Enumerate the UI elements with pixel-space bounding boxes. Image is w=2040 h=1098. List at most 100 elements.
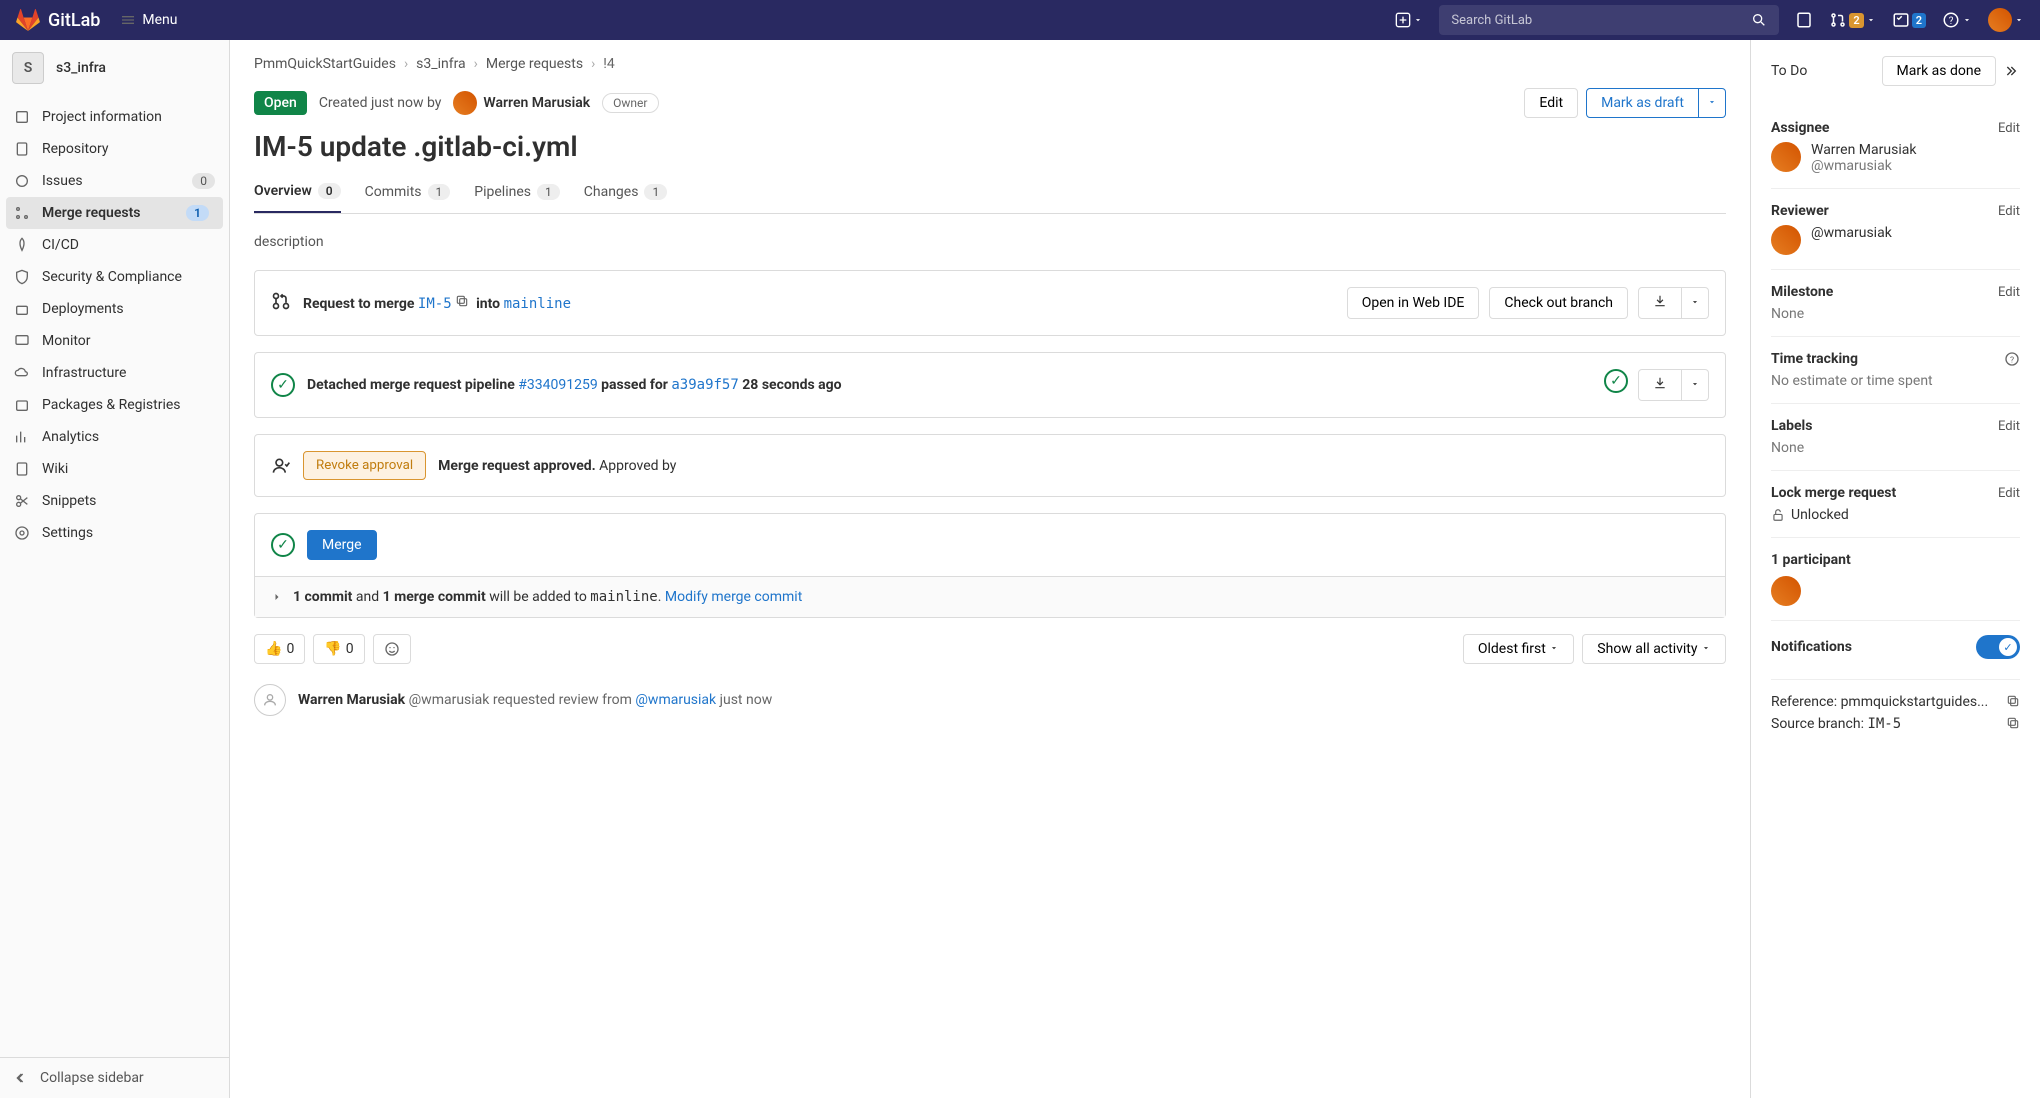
sidebar-item-merge-requests[interactable]: Merge requests1 xyxy=(6,197,223,229)
review-target-link[interactable]: @wmarusiak xyxy=(635,692,716,708)
project-header[interactable]: S s3_infra xyxy=(0,40,229,97)
sidebar-item-analytics[interactable]: Analytics xyxy=(0,421,229,453)
assignee-avatar xyxy=(1771,142,1801,172)
sidebar-item-cicd[interactable]: CI/CD xyxy=(0,229,229,261)
download-button[interactable] xyxy=(1638,287,1682,319)
project-name: s3_infra xyxy=(56,60,106,76)
sidebar-item-security[interactable]: Security & Compliance xyxy=(0,261,229,293)
draft-dropdown[interactable] xyxy=(1699,88,1726,118)
user-menu[interactable] xyxy=(1988,8,2024,32)
tab-pipelines[interactable]: Pipelines1 xyxy=(474,183,559,213)
target-branch-link[interactable]: mainline xyxy=(504,296,571,312)
sidebar-item-settings[interactable]: Settings xyxy=(0,517,229,549)
author[interactable]: Warren Marusiak xyxy=(453,91,590,115)
sidebar-item-monitor[interactable]: Monitor xyxy=(0,325,229,357)
sidebar-item-project-info[interactable]: Project information xyxy=(0,101,229,133)
mr-badge: 1 xyxy=(186,205,209,221)
issues-link[interactable] xyxy=(1795,11,1813,29)
mr-count-badge: 2 xyxy=(1849,13,1863,28)
svg-text:?: ? xyxy=(2010,355,2014,365)
todos-link[interactable]: 2 xyxy=(1892,11,1926,29)
mr-title: IM-5 update .gitlab-ci.yml xyxy=(254,130,1726,163)
breadcrumb: PmmQuickStartGuides› s3_infra› Merge req… xyxy=(254,56,1726,72)
participant-avatar[interactable] xyxy=(1771,576,1801,606)
copy-icon[interactable] xyxy=(2006,694,2020,708)
copy-icon[interactable] xyxy=(455,294,469,308)
chevron-down-icon xyxy=(1866,15,1876,25)
participants-section: 1 participant xyxy=(1771,538,2020,621)
sidebar: S s3_infra Project information Repositor… xyxy=(0,40,230,1098)
created-text: Created just now by xyxy=(319,95,442,111)
edit-assignee[interactable]: Edit xyxy=(1998,121,2020,136)
description: description xyxy=(254,234,1726,250)
artifacts-dropdown[interactable] xyxy=(1682,369,1709,401)
edit-button[interactable]: Edit xyxy=(1524,88,1578,118)
tab-changes[interactable]: Changes1 xyxy=(584,183,667,213)
logo-text: GitLab xyxy=(48,10,100,31)
tab-commits[interactable]: Commits1 xyxy=(365,183,451,213)
sidebar-item-infrastructure[interactable]: Infrastructure xyxy=(0,357,229,389)
chevron-down-icon xyxy=(1413,15,1423,25)
activity-filter-dropdown[interactable]: Show all activity xyxy=(1582,634,1726,664)
artifacts-button[interactable] xyxy=(1638,369,1682,401)
reviewer-avatar xyxy=(1771,225,1801,255)
stage-icon[interactable]: ✓ xyxy=(1604,369,1628,393)
help-link[interactable]: ? xyxy=(1942,11,1972,29)
pipeline-link[interactable]: #334091259 xyxy=(518,377,597,393)
thumbs-up-button[interactable]: 👍 0 xyxy=(254,634,305,664)
repo-icon xyxy=(14,141,30,157)
milestone-section: MilestoneEdit None xyxy=(1771,270,2020,337)
new-button[interactable] xyxy=(1395,12,1423,28)
sidebar-item-wiki[interactable]: Wiki xyxy=(0,453,229,485)
user-icon xyxy=(262,692,278,708)
mark-draft-button[interactable]: Mark as draft xyxy=(1586,88,1699,118)
help-icon[interactable]: ? xyxy=(2004,351,2020,367)
gitlab-logo[interactable]: GitLab xyxy=(16,8,100,32)
edit-labels[interactable]: Edit xyxy=(1998,419,2020,434)
main-content: PmmQuickStartGuides› s3_infra› Merge req… xyxy=(230,40,1750,1098)
download-dropdown[interactable] xyxy=(1682,287,1709,319)
activity-item: Warren Marusiak @wmarusiak requested rev… xyxy=(254,684,1726,716)
edit-milestone[interactable]: Edit xyxy=(1998,285,2020,300)
checkout-button[interactable]: Check out branch xyxy=(1489,287,1628,319)
expand-sidebar-icon[interactable] xyxy=(2004,63,2020,79)
sidebar-item-snippets[interactable]: Snippets xyxy=(0,485,229,517)
search-input[interactable] xyxy=(1451,13,1751,28)
add-reaction-button[interactable] xyxy=(373,634,411,664)
notifications-toggle[interactable]: ✓ xyxy=(1976,635,2020,659)
menu-button[interactable]: Menu xyxy=(120,12,177,28)
edit-lock[interactable]: Edit xyxy=(1998,486,2020,501)
mark-done-button[interactable]: Mark as done xyxy=(1882,56,1997,86)
sort-dropdown[interactable]: Oldest first xyxy=(1463,634,1574,664)
sidebar-item-repository[interactable]: Repository xyxy=(0,133,229,165)
open-ide-button[interactable]: Open in Web IDE xyxy=(1347,287,1480,319)
crumb-group[interactable]: PmmQuickStartGuides xyxy=(254,56,396,72)
draft-button-group: Mark as draft xyxy=(1586,88,1726,118)
merge-button[interactable]: Merge xyxy=(307,530,377,560)
revoke-approval-button[interactable]: Revoke approval xyxy=(303,451,426,480)
edit-reviewer[interactable]: Edit xyxy=(1998,204,2020,219)
thumbs-down-button[interactable]: 👎 0 xyxy=(313,634,364,664)
collapse-sidebar[interactable]: Collapse sidebar xyxy=(0,1057,229,1098)
crumb-mr-list[interactable]: Merge requests xyxy=(486,56,583,72)
sidebar-item-deployments[interactable]: Deployments xyxy=(0,293,229,325)
project-avatar: S xyxy=(12,52,44,84)
approver-avatar[interactable] xyxy=(688,456,708,476)
download-icon xyxy=(1653,294,1667,308)
chevron-right-icon[interactable] xyxy=(271,591,283,603)
modify-commit-link[interactable]: Modify merge commit xyxy=(665,589,802,605)
search-box[interactable] xyxy=(1439,5,1779,35)
merge-requests-link[interactable]: 2 xyxy=(1829,11,1875,29)
source-branch-link[interactable]: IM-5 xyxy=(418,296,452,312)
scissors-icon xyxy=(14,493,30,509)
download-icon xyxy=(1653,376,1667,390)
crumb-project[interactable]: s3_infra xyxy=(416,56,466,72)
sidebar-item-issues[interactable]: Issues0 xyxy=(0,165,229,197)
issues-icon xyxy=(14,173,30,189)
copy-icon[interactable] xyxy=(2006,716,2020,730)
tab-overview[interactable]: Overview0 xyxy=(254,183,341,213)
commit-sha-link[interactable]: a39a9f57 xyxy=(671,377,738,393)
merge-status-icon: ✓ xyxy=(271,533,295,557)
sidebar-item-packages[interactable]: Packages & Registries xyxy=(0,389,229,421)
topbar: GitLab Menu 2 2 ? xyxy=(0,0,2040,40)
